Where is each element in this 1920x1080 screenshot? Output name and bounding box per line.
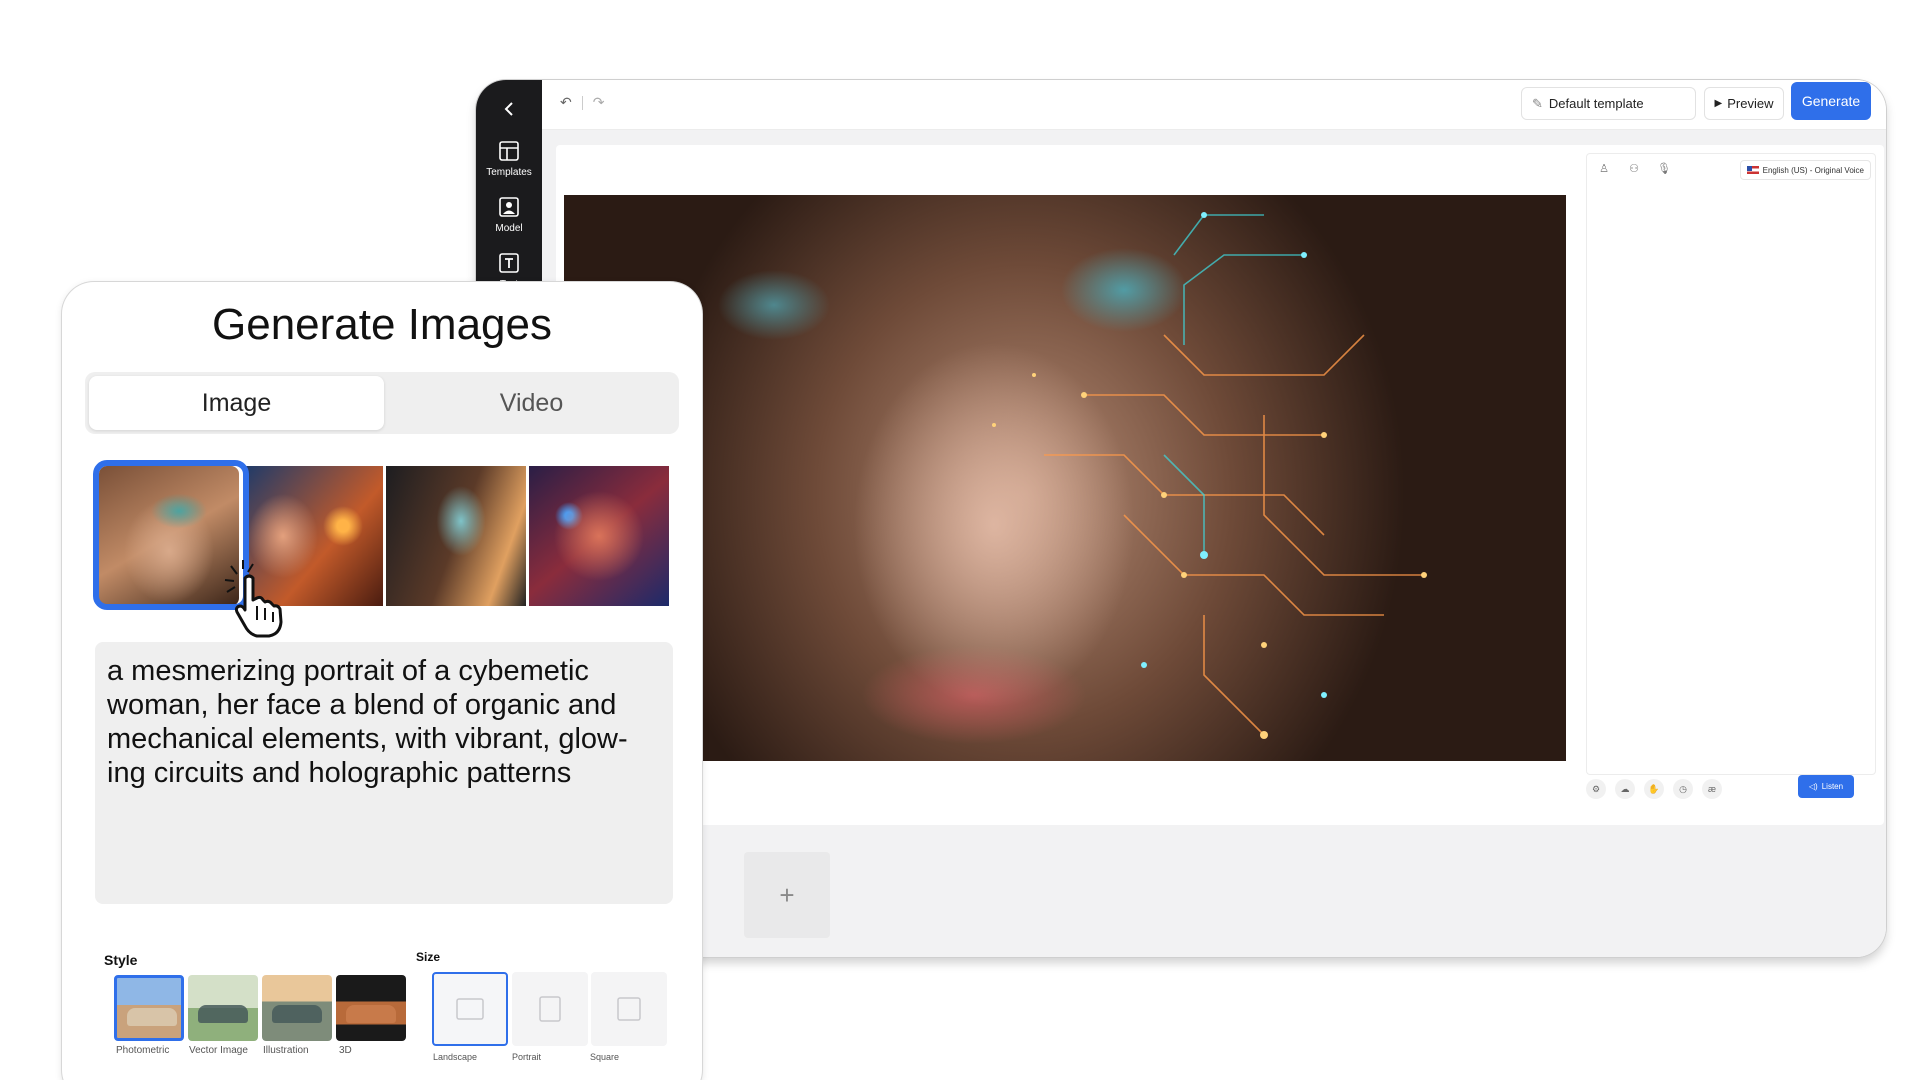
style-label: Style <box>104 952 138 968</box>
car-image <box>346 1005 396 1023</box>
image-results <box>93 460 673 638</box>
square-icon <box>617 997 641 1021</box>
car-image <box>127 1008 177 1026</box>
people-icon[interactable]: ⚇ <box>1625 162 1643 175</box>
template-label: Default template <box>1548 96 1644 111</box>
gesture-icon[interactable]: ✋ <box>1644 779 1664 799</box>
style-option-illustration[interactable] <box>262 975 332 1041</box>
play-icon: ▶ <box>1714 98 1723 109</box>
tab-image[interactable]: Image <box>89 376 384 430</box>
size-option-label: Portrait <box>512 1052 542 1062</box>
sidebar-item-templates[interactable]: Templates <box>476 138 542 178</box>
voice-panel-icons: ♙ ⚇ 🎙 <box>1595 162 1673 175</box>
prompt-textarea[interactable]: a mesmerizing portrait of a cybemetic wo… <box>95 642 673 904</box>
preview-label: Preview <box>1727 96 1774 111</box>
circuit-overlay <box>992 212 1427 739</box>
undo-redo-group: ↶ ↷ <box>560 94 604 111</box>
listen-button[interactable]: ◁) Listen <box>1798 775 1854 798</box>
sidebar-item-label: Templates <box>486 167 532 178</box>
size-option-label: Square <box>590 1052 620 1062</box>
add-scene-button[interactable]: + <box>744 852 830 938</box>
chevron-left-icon <box>504 102 513 116</box>
voice-panel: ♙ ⚇ 🎙 English (US) - Original Voice <box>1586 153 1876 775</box>
portrait-icon <box>539 996 561 1022</box>
speaker-icon: ◁) <box>1808 782 1818 791</box>
generated-image-preview[interactable] <box>564 195 1566 761</box>
style-options: Photometric Vector Image Illustration 3D <box>114 975 414 1065</box>
style-option-3d[interactable] <box>336 975 406 1041</box>
style-option-photometric[interactable] <box>114 975 184 1041</box>
landscape-icon <box>456 998 484 1020</box>
style-option-label: Vector Image <box>189 1045 248 1056</box>
hand-cursor-icon <box>224 560 283 638</box>
template-select-button[interactable]: ✎ Default template <box>1521 87 1696 120</box>
car-image <box>272 1005 322 1023</box>
style-option-label: 3D <box>339 1045 352 1056</box>
listen-label: Listen <box>1821 782 1844 791</box>
clock-icon[interactable]: ◷ <box>1673 779 1693 799</box>
editor-toolbar: ↶ ↷ ✎ Default template ▶ Preview Generat… <box>542 80 1886 130</box>
style-option-label: Photometric <box>116 1045 170 1056</box>
car-image <box>198 1005 248 1023</box>
canvas-card: ♙ ⚇ 🎙 English (US) - Original Voice ⚙ ☁ … <box>556 145 1884 825</box>
page-title: Generate Images <box>212 300 552 349</box>
preview-button[interactable]: ▶ Preview <box>1704 87 1784 120</box>
editor-stage: ♙ ⚇ 🎙 English (US) - Original Voice ⚙ ☁ … <box>542 130 1886 957</box>
pencil-icon: ✎ <box>1532 95 1543 111</box>
phonetic-icon[interactable]: æ <box>1702 779 1722 799</box>
result-image-4[interactable] <box>529 466 669 606</box>
size-option-square[interactable] <box>591 972 667 1046</box>
sidebar-item-label: Model <box>495 223 523 234</box>
cloud-icon[interactable]: ☁ <box>1615 779 1635 799</box>
language-select[interactable]: English (US) - Original Voice <box>1739 160 1871 180</box>
size-option-portrait[interactable] <box>512 972 588 1046</box>
divider <box>581 95 583 110</box>
size-label: Size <box>416 950 441 964</box>
microphone-icon[interactable]: 🎙 <box>1655 162 1673 175</box>
templates-icon <box>496 138 522 164</box>
undo-icon[interactable]: ↶ <box>560 94 572 111</box>
generate-images-card: Generate Images Image Video a mesmerizin… <box>62 282 702 1080</box>
settings-icon[interactable]: ⚙ <box>1586 779 1606 799</box>
result-image-3[interactable] <box>386 466 526 606</box>
size-option-label: Landscape <box>433 1052 478 1062</box>
text-icon <box>496 250 522 276</box>
us-flag-icon <box>1746 166 1759 174</box>
style-option-vector-image[interactable] <box>188 975 258 1041</box>
redo-icon[interactable]: ↷ <box>593 94 605 111</box>
mode-tabs: Image Video <box>85 372 679 434</box>
tab-video[interactable]: Video <box>384 376 679 430</box>
person-icon[interactable]: ♙ <box>1595 162 1613 175</box>
style-option-label: Illustration <box>263 1045 309 1056</box>
size-option-landscape[interactable] <box>432 972 508 1046</box>
back-button[interactable] <box>490 90 528 128</box>
generate-button[interactable]: Generate <box>1791 82 1871 120</box>
model-icon <box>496 194 522 220</box>
language-label: English (US) - Original Voice <box>1762 165 1864 175</box>
sidebar-item-model[interactable]: Model <box>476 194 542 234</box>
